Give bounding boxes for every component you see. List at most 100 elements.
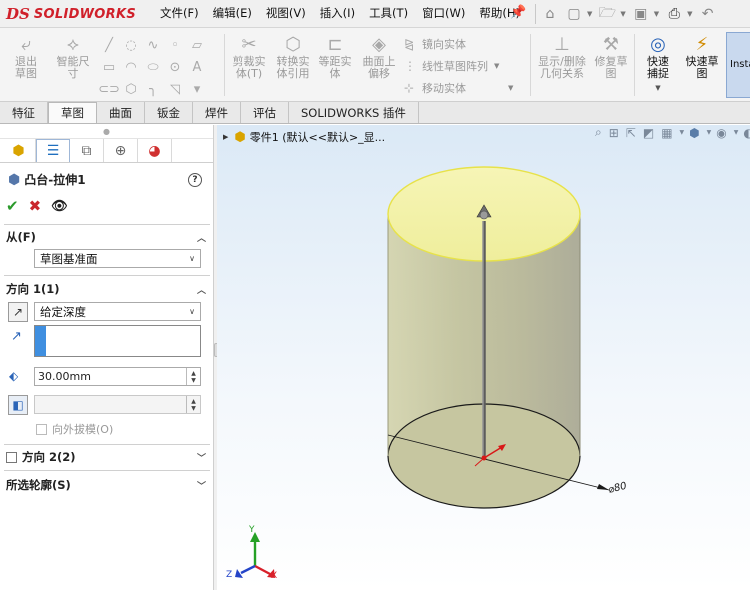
exit-sketch-button[interactable]: ⤶ 退出草图 <box>4 34 48 80</box>
depth-input[interactable]: 30.00mm ▲ ▼ <box>34 367 201 386</box>
menu-insert[interactable]: 插入(I) <box>320 5 355 21</box>
centerline-icon[interactable]: ⊙ <box>164 56 186 78</box>
cancel-x-icon[interactable]: ✖ <box>29 197 42 215</box>
fillet-icon[interactable]: ╮ <box>142 78 164 100</box>
chevron-down-icon[interactable]: ▼ <box>655 82 660 94</box>
ok-checkmark-icon[interactable]: ✔ <box>6 197 19 215</box>
triad-z-axis <box>240 564 256 575</box>
chamfer-icon[interactable]: ◹ <box>164 78 186 100</box>
plane-icon[interactable]: ▱ <box>186 34 208 56</box>
solidworks-logo[interactable]: DS SOLIDWORKS <box>6 4 136 24</box>
feature-manager-tab-icon[interactable]: ⬢ <box>2 139 36 162</box>
point-icon[interactable]: ◦ <box>164 34 186 56</box>
display-delete-relations-button[interactable]: ⊥ 显示/删除几何关系 <box>534 34 590 80</box>
from-select[interactable]: 草图基准面 ∨ <box>34 249 201 268</box>
offset-entities-button[interactable]: ⊏ 等距实体 <box>314 34 356 80</box>
reverse-direction-button[interactable]: ↗ <box>8 302 28 322</box>
draft-outward-checkbox: 向外拔模(O) <box>36 421 113 437</box>
trim-entities-button[interactable]: ✂ 剪裁实体(T) <box>228 34 270 80</box>
move-entities-button[interactable]: ⊹ 移动实体 ▼ <box>404 80 513 96</box>
convert-entities-icon: ⬡ <box>285 34 301 55</box>
circle-icon[interactable]: ◌ <box>120 34 142 56</box>
ellipse-icon[interactable]: ⬭ <box>142 56 164 78</box>
separator <box>535 4 536 24</box>
tab-addins[interactable]: SOLIDWORKS 插件 <box>289 102 419 123</box>
from-group-header[interactable]: 从(F) ︿ <box>6 227 210 247</box>
selected-contours-header[interactable]: 所选轮廓(S) ﹀ <box>6 475 210 495</box>
extrude-handle-ball[interactable] <box>479 210 489 220</box>
convert-entities-button[interactable]: ⬡ 转换实体引用 <box>272 34 314 80</box>
chevron-down-icon[interactable]: ▼ <box>508 84 513 92</box>
graphics-area[interactable]: ▶ ⬢ 零件1 (默认<<默认>_显... ⌕ ⊞ ⇱ ◩ ▦ ▼ ⬢ ▼ ◉ … <box>217 125 750 590</box>
rapid-sketch-button[interactable]: ⚡ 快速草图 <box>682 34 722 80</box>
save-icon[interactable]: ▣ <box>630 3 652 25</box>
chevron-up-icon[interactable]: ︿ <box>197 231 206 244</box>
draft-angle-spinner: ▲ ▼ <box>186 396 200 413</box>
end-condition-select[interactable]: 给定深度 ∨ <box>34 302 201 321</box>
arc-icon[interactable]: ◠ <box>120 56 142 78</box>
dimxpert-manager-tab-icon[interactable]: ⊕ <box>104 139 138 162</box>
chevron-down-icon[interactable]: ▼ <box>620 10 625 18</box>
divider <box>4 470 210 471</box>
smart-dimension-button[interactable]: ⟡ 智能尺寸 <box>50 34 96 80</box>
chevron-down-icon[interactable]: ▼ <box>654 10 659 18</box>
repair-sketch-button[interactable]: ⚒ 修复草图 <box>590 34 632 80</box>
menu-window[interactable]: 窗口(W) <box>422 5 465 21</box>
chevron-down-icon[interactable]: ▼ <box>494 62 499 70</box>
print-icon[interactable]: ⎙ <box>663 3 685 25</box>
mirror-entities-button[interactable]: ⧎ 镜向实体 <box>404 36 466 52</box>
direction2-group-header[interactable]: 方向 2(2) ﹀ <box>6 447 210 467</box>
chevron-down-icon[interactable]: ▼ <box>587 10 592 18</box>
pin-icon[interactable]: 📌 <box>510 5 526 20</box>
spline-icon[interactable]: ∿ <box>142 34 164 56</box>
chevron-down-icon[interactable]: ﹀ <box>197 479 206 492</box>
display-manager-tab-icon[interactable]: ◕ <box>138 139 172 162</box>
open-folder-icon[interactable]: 🗁 <box>596 3 618 25</box>
instant2d-label: Insta <box>730 59 750 70</box>
tab-sketch[interactable]: 草图 <box>48 102 97 123</box>
panel-grip[interactable]: ● <box>0 125 213 139</box>
quick-snaps-button[interactable]: ◎ 快速捕捉 ▼ <box>638 34 678 94</box>
model-viewport[interactable]: ⌀80 Y X Z <box>217 125 750 590</box>
diameter-dimension-text[interactable]: ⌀80 <box>607 481 628 496</box>
help-icon[interactable]: ? <box>188 173 202 187</box>
tab-surfaces[interactable]: 曲面 <box>97 102 145 123</box>
undo-icon[interactable]: ↶ <box>697 3 719 25</box>
property-manager-tab-icon[interactable]: ☰ <box>36 139 70 162</box>
offset-surface-label: 曲面上偏移 <box>362 55 396 80</box>
menu-tools[interactable]: 工具(T) <box>369 5 408 21</box>
new-document-icon[interactable]: ▢ <box>563 3 585 25</box>
direction2-checkbox[interactable] <box>6 451 22 463</box>
chevron-up-icon[interactable]: ︿ <box>197 283 206 296</box>
rapid-sketch-icon: ⚡ <box>695 34 709 55</box>
menu-edit[interactable]: 编辑(E) <box>213 5 252 21</box>
chevron-down-icon[interactable]: ﹀ <box>197 451 206 464</box>
draft-toggle-button[interactable]: ◧ <box>8 395 28 415</box>
tab-sheet-metal[interactable]: 钣金 <box>145 102 193 123</box>
home-icon[interactable]: ⌂ <box>539 3 561 25</box>
slot-icon[interactable]: ⊂⊃ <box>98 78 120 100</box>
rectangle-icon[interactable]: ▭ <box>98 56 120 78</box>
depth-value: 30.00mm <box>38 370 91 383</box>
text-icon[interactable]: A <box>186 56 208 78</box>
tab-weldments[interactable]: 焊件 <box>193 102 241 123</box>
tab-evaluate[interactable]: 评估 <box>241 102 289 123</box>
direction1-group-label: 方向 1(1) <box>6 282 60 296</box>
quick-snap-label: 快速捕捉 <box>647 55 669 80</box>
instant2d-button[interactable]: Insta <box>726 32 750 98</box>
divider <box>4 224 210 225</box>
polygon-icon[interactable]: ⬡ <box>120 78 142 100</box>
menu-file[interactable]: 文件(F) <box>160 5 199 21</box>
tab-features[interactable]: 特征 <box>0 102 48 123</box>
configuration-manager-tab-icon[interactable]: ⧉ <box>70 139 104 162</box>
offset-on-surface-button[interactable]: ◈ 曲面上偏移 <box>358 34 400 80</box>
linear-pattern-button[interactable]: ⋮ 线性草图阵列 ▼ <box>404 58 499 74</box>
line-icon[interactable]: ╱ <box>98 34 120 56</box>
direction-selection-box[interactable] <box>34 325 201 357</box>
menu-view[interactable]: 视图(V) <box>266 5 306 21</box>
preview-eye-icon[interactable]: 👁 <box>51 199 68 214</box>
dropdown-icon[interactable]: ▾ <box>186 78 208 100</box>
direction1-group-header[interactable]: 方向 1(1) ︿ <box>6 279 210 299</box>
chevron-down-icon[interactable]: ▼ <box>687 10 692 18</box>
depth-spinner[interactable]: ▲ ▼ <box>186 368 200 385</box>
